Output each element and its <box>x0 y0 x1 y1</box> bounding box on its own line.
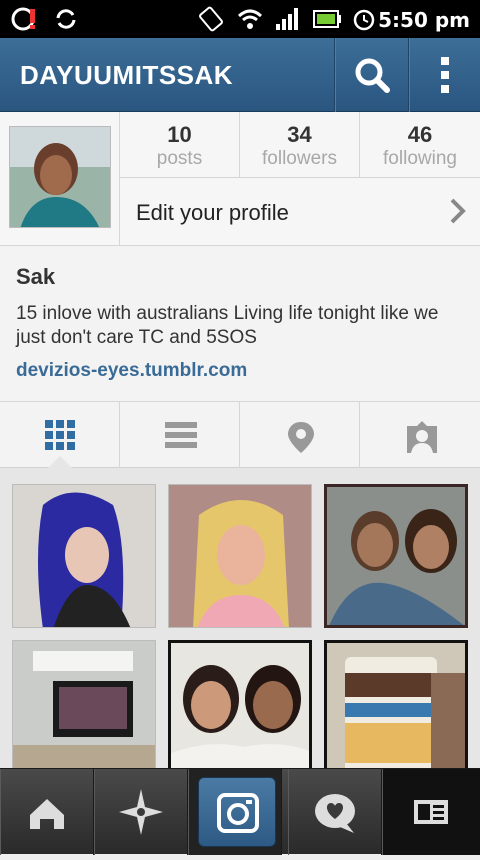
website-link[interactable]: devizios-eyes.tumblr.com <box>16 360 247 382</box>
search-icon <box>355 58 390 93</box>
nav-camera[interactable] <box>188 769 282 855</box>
wifi-icon <box>237 9 263 29</box>
following-stat[interactable]: 46 following <box>360 112 480 178</box>
photo-thumbnail[interactable] <box>324 484 468 628</box>
chevron-right-icon <box>450 198 466 224</box>
photo-thumbnail[interactable] <box>12 484 156 628</box>
sync-icon <box>56 9 76 29</box>
following-count: 46 <box>407 122 433 147</box>
location-pin-icon <box>288 422 314 453</box>
edit-profile-button[interactable]: Edit your profile <box>120 178 480 246</box>
posts-stat[interactable]: 10 posts <box>120 112 240 178</box>
photo-thumbnail[interactable] <box>168 484 312 628</box>
avatar-container <box>0 112 120 246</box>
profile-card-icon <box>414 800 448 824</box>
photo-thumbnail[interactable] <box>12 640 156 768</box>
overflow-menu-button[interactable] <box>408 38 480 112</box>
followers-label: followers <box>262 148 337 169</box>
tab-map[interactable] <box>240 402 360 468</box>
sd-alert-icon <box>11 7 35 31</box>
followers-stat[interactable]: 34 followers <box>240 112 360 178</box>
camera-button[interactable] <box>198 777 276 847</box>
activity-heart-bubble-icon <box>315 794 355 833</box>
bio-text: 15 inlove with australians Living life t… <box>16 303 439 348</box>
nav-explore[interactable] <box>94 769 188 855</box>
list-icon <box>165 422 197 448</box>
photo-thumbnail[interactable] <box>324 640 468 768</box>
avatar[interactable] <box>9 126 111 228</box>
search-button[interactable] <box>334 38 408 112</box>
tagged-person-icon <box>407 421 437 453</box>
bottom-navigation <box>0 768 480 855</box>
tab-tagged[interactable] <box>360 402 480 468</box>
more-vertical-icon <box>441 57 449 93</box>
profile-username: DAYUUMITSSAK <box>20 60 234 90</box>
clock: 5:50 pm <box>378 8 470 32</box>
grid-icon <box>45 420 75 450</box>
status-bar: 5:50 pm <box>0 0 480 38</box>
home-icon <box>30 799 64 829</box>
following-label: following <box>383 148 457 169</box>
camera-icon <box>217 793 259 833</box>
battery-icon <box>313 10 341 28</box>
rotate-icon <box>199 6 223 32</box>
bio-section: Sak 15 inlove with australians Living li… <box>0 246 480 402</box>
posts-count: 10 <box>167 122 192 147</box>
posts-label: posts <box>156 148 203 169</box>
edit-profile-label: Edit your profile <box>136 200 289 225</box>
photo-thumbnail[interactable] <box>168 640 312 768</box>
nav-profile[interactable] <box>382 769 480 855</box>
view-tabs <box>0 402 480 468</box>
active-tab-indicator <box>48 456 72 468</box>
nav-home[interactable] <box>0 769 94 855</box>
tab-list[interactable] <box>120 402 240 468</box>
profile-header: 10 posts 34 followers 46 following Edit … <box>0 112 480 246</box>
alarm-icon <box>353 9 375 31</box>
display-name: Sak <box>16 264 56 289</box>
nav-activity[interactable] <box>288 769 382 855</box>
signal-icon <box>276 8 298 30</box>
app-header: DAYUUMITSSAK <box>0 38 480 112</box>
followers-count: 34 <box>287 122 312 147</box>
photo-grid <box>0 468 480 768</box>
explore-star-icon <box>119 789 163 835</box>
